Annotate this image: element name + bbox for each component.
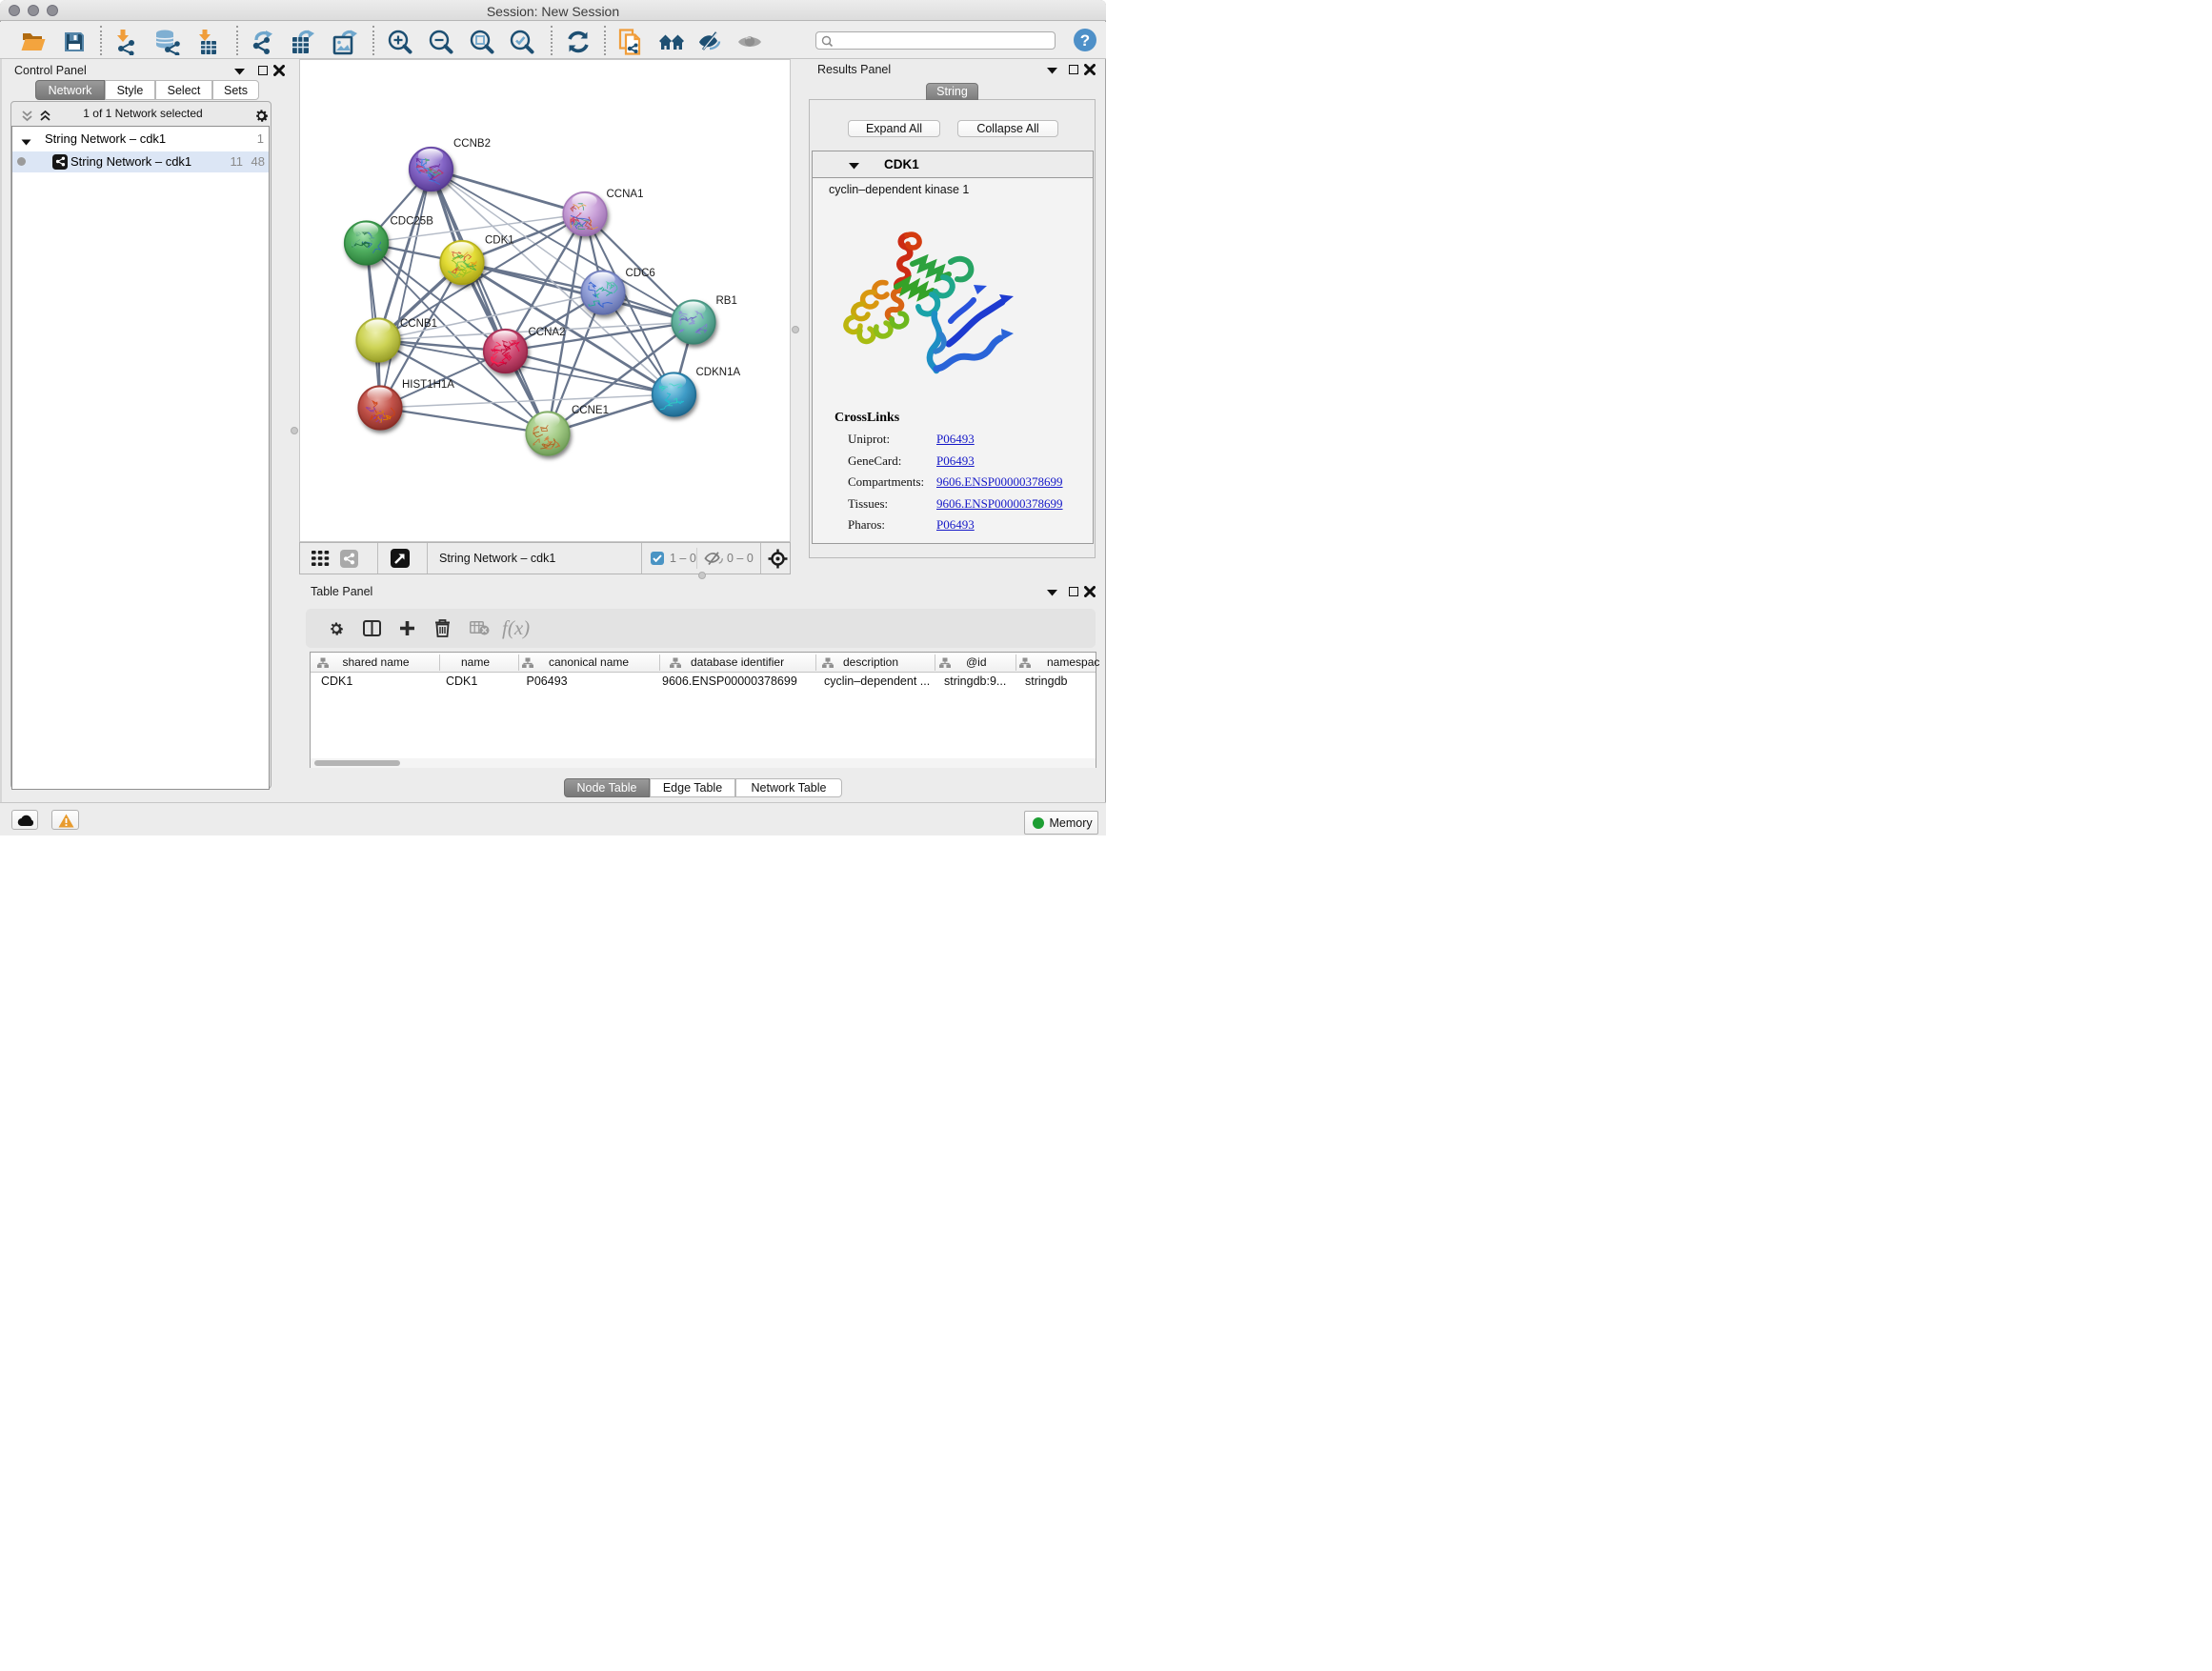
svg-text:CCNA2: CCNA2 <box>529 327 566 338</box>
svg-text:CDC25B: CDC25B <box>391 216 434 228</box>
svg-text:CCNE1: CCNE1 <box>572 405 609 416</box>
svg-text:CDC6: CDC6 <box>626 268 655 279</box>
svg-text:CCNB1: CCNB1 <box>400 318 437 330</box>
svg-text:HIST1H1A: HIST1H1A <box>402 379 454 391</box>
svg-text:CDK1: CDK1 <box>485 235 514 247</box>
svg-text:CCNA1: CCNA1 <box>607 189 644 200</box>
svg-text:RB1: RB1 <box>716 295 737 307</box>
svg-text:CCNB2: CCNB2 <box>453 138 491 150</box>
svg-text:CDKN1A: CDKN1A <box>696 367 741 378</box>
svg-text:?: ? <box>1080 31 1090 50</box>
